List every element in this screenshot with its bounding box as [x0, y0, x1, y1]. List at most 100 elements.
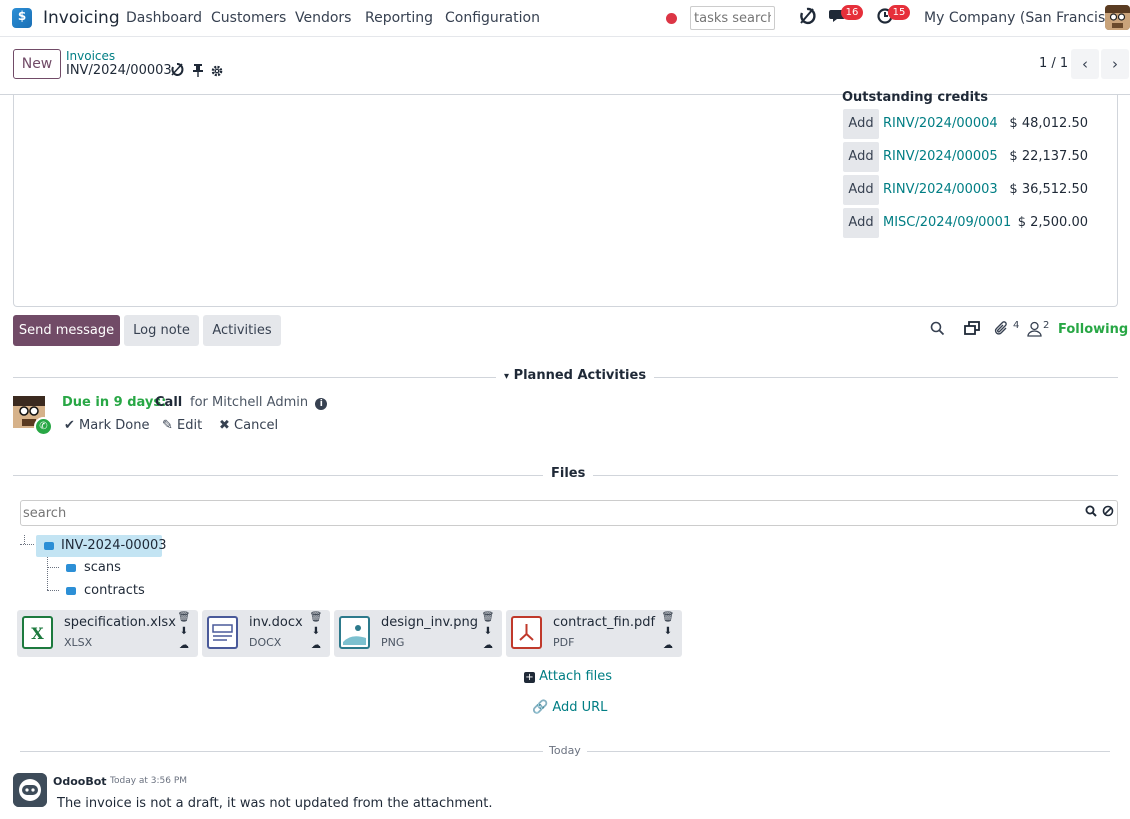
- info-icon[interactable]: i: [315, 398, 328, 410]
- folder-icon: [44, 542, 54, 550]
- credit-amount: $ 36,512.50: [1009, 182, 1088, 197]
- pager-value[interactable]: 1 / 1: [1039, 56, 1068, 71]
- credit-reference[interactable]: RINV/2024/00003: [883, 182, 998, 197]
- svg-text:X: X: [31, 624, 44, 643]
- record-actions: [170, 62, 225, 81]
- add-url-button[interactable]: 🔗 Add URL: [532, 700, 607, 715]
- attach-files-button[interactable]: + Attach files: [524, 669, 612, 684]
- user-avatar[interactable]: [1105, 5, 1130, 30]
- mark-done-label: Mark Done: [79, 418, 150, 433]
- file-actions: 🗑 ⬇ ☁: [481, 611, 495, 653]
- menu-dashboard[interactable]: Dashboard: [126, 10, 202, 26]
- invoicing-app-icon[interactable]: [12, 8, 32, 28]
- add-credit-button[interactable]: Add: [843, 175, 879, 205]
- folder-contracts[interactable]: contracts: [84, 583, 145, 598]
- close-icon: ✖: [219, 418, 230, 433]
- planned-activities-toggle[interactable]: ▾ Planned Activities: [496, 368, 655, 383]
- tree-connector: [47, 557, 48, 590]
- send-message-button[interactable]: Send message: [13, 315, 120, 346]
- folder-scans[interactable]: scans: [84, 560, 121, 575]
- trash-icon[interactable]: 🗑: [661, 611, 675, 625]
- pager-next-button[interactable]: ›: [1101, 49, 1129, 79]
- trash-icon[interactable]: 🗑: [481, 611, 495, 625]
- record-dot-icon[interactable]: [666, 13, 677, 24]
- files-search-input[interactable]: [20, 500, 1118, 526]
- plus-square-icon: +: [524, 672, 535, 683]
- activities-button[interactable]: Activities: [203, 315, 281, 346]
- followers-icon[interactable]: [1027, 321, 1042, 341]
- expand-icon[interactable]: [964, 321, 981, 340]
- folder-root-label[interactable]: INV-2024-00003: [61, 538, 167, 553]
- credit-row: Add RINV/2024/00003 $ 36,512.50: [843, 175, 1103, 205]
- pager-previous-button[interactable]: ‹: [1071, 49, 1099, 79]
- image-file-icon: [339, 616, 370, 649]
- pin-icon[interactable]: [193, 63, 207, 81]
- file-card[interactable]: design_inv.png PNG 🗑 ⬇ ☁: [334, 610, 502, 657]
- attachments-count: 4: [1013, 320, 1020, 331]
- cancel-activity-button[interactable]: ✖ Cancel: [219, 418, 278, 433]
- credit-reference[interactable]: RINV/2024/00005: [883, 149, 998, 164]
- breadcrumb-invoices[interactable]: Invoices: [66, 49, 115, 63]
- file-type: PNG: [381, 636, 405, 649]
- download-icon[interactable]: ⬇: [481, 625, 495, 639]
- add-credit-button[interactable]: Add: [843, 109, 879, 139]
- credit-reference[interactable]: RINV/2024/00004: [883, 116, 998, 131]
- menu-customers[interactable]: Customers: [211, 10, 286, 26]
- add-url-label: Add URL: [552, 700, 608, 715]
- file-type: XLSX: [64, 636, 93, 649]
- activities-badge: 15: [888, 5, 910, 20]
- add-credit-button[interactable]: Add: [843, 208, 879, 238]
- file-name: design_inv.png: [381, 615, 479, 630]
- file-name: specification.xlsx: [64, 615, 176, 630]
- files-search-actions: [1085, 505, 1114, 521]
- clear-icon[interactable]: [1102, 505, 1114, 521]
- download-icon[interactable]: ⬇: [661, 625, 675, 639]
- cloud-icon[interactable]: ☁: [661, 639, 675, 653]
- menu-vendors[interactable]: Vendors: [295, 10, 351, 26]
- following-button[interactable]: Following: [1058, 322, 1128, 337]
- message-timestamp: Today at 3:56 PM: [110, 776, 188, 786]
- add-credit-button[interactable]: Add: [843, 142, 879, 172]
- search-icon[interactable]: [930, 321, 945, 340]
- download-icon[interactable]: ⬇: [177, 625, 191, 639]
- file-type: PDF: [553, 636, 575, 649]
- tasks-search-input[interactable]: [690, 6, 775, 30]
- form-sheet: Outstanding credits Add RINV/2024/00004 …: [13, 90, 1118, 307]
- edit-activity-button[interactable]: ✎ Edit: [162, 418, 202, 433]
- company-switcher[interactable]: My Company (San Francisco): [924, 10, 1127, 26]
- odoobot-avatar[interactable]: [13, 773, 47, 807]
- menu-reporting[interactable]: Reporting: [365, 10, 433, 26]
- file-card[interactable]: X specification.xlsx XLSX 🗑 ⬇ ☁: [17, 610, 198, 657]
- file-card[interactable]: contract_fin.pdf PDF 🗑 ⬇ ☁: [506, 610, 682, 657]
- gear-icon[interactable]: [211, 65, 225, 81]
- download-icon[interactable]: ⬇: [309, 625, 323, 639]
- file-card[interactable]: inv.docx DOCX 🗑 ⬇ ☁: [202, 610, 330, 657]
- outstanding-credits-title: Outstanding credits: [842, 90, 988, 105]
- refresh-icon[interactable]: [798, 6, 816, 31]
- link-icon: 🔗: [532, 700, 549, 715]
- new-button[interactable]: New: [13, 49, 61, 79]
- cloud-icon[interactable]: ☁: [309, 639, 323, 653]
- cloud-icon[interactable]: ☁: [177, 639, 191, 653]
- paperclip-icon[interactable]: [994, 321, 1010, 341]
- menu-configuration[interactable]: Configuration: [445, 10, 540, 26]
- cloud-icon[interactable]: ☁: [481, 639, 495, 653]
- message-author[interactable]: OdooBot: [53, 775, 107, 788]
- log-note-button[interactable]: Log note: [124, 315, 199, 346]
- mark-done-button[interactable]: ✔ Mark Done: [64, 418, 149, 433]
- activity-assignee-text: for Mitchell Admin: [190, 395, 309, 410]
- credit-row: Add MISC/2024/09/0001 $ 2,500.00: [843, 208, 1103, 238]
- credit-row: Add RINV/2024/00005 $ 22,137.50: [843, 142, 1103, 172]
- refresh-icon[interactable]: [170, 62, 184, 81]
- credit-reference[interactable]: MISC/2024/09/0001: [883, 215, 1011, 230]
- attach-files-label: Attach files: [539, 669, 613, 684]
- app-name[interactable]: Invoicing: [43, 8, 120, 28]
- search-icon[interactable]: [1085, 505, 1102, 521]
- pdf-file-icon: [511, 616, 542, 649]
- trash-icon[interactable]: 🗑: [177, 611, 191, 625]
- tree-connector: [47, 590, 59, 591]
- trash-icon[interactable]: 🗑: [309, 611, 323, 625]
- tree-connector: [47, 567, 59, 568]
- check-icon: ✔: [64, 418, 75, 433]
- file-actions: 🗑 ⬇ ☁: [309, 611, 323, 653]
